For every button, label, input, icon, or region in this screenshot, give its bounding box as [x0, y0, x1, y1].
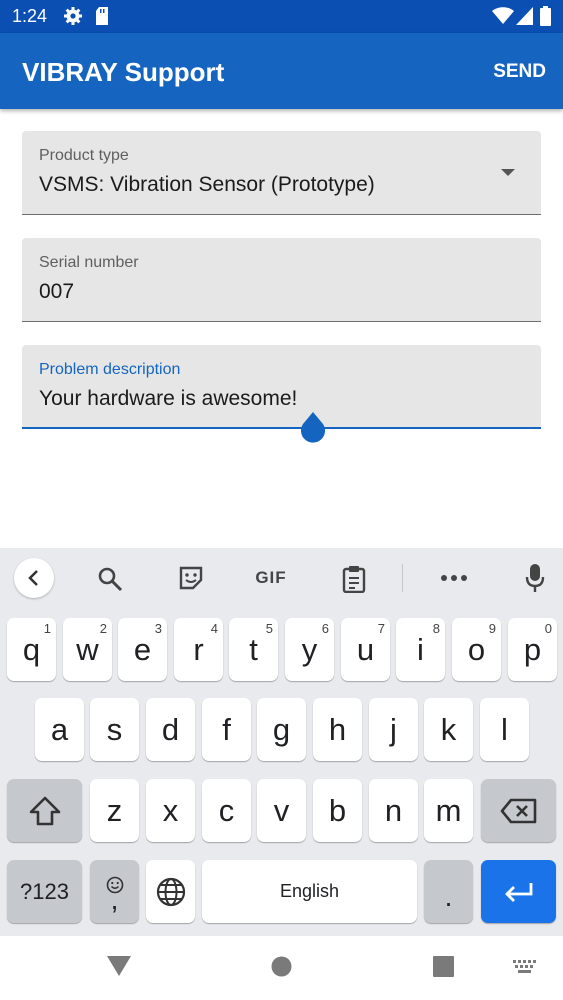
more-icon[interactable] [439, 568, 469, 588]
key-d[interactable]: d [146, 698, 195, 761]
key-n[interactable]: n [369, 779, 418, 842]
key-x[interactable]: x [146, 779, 195, 842]
wifi-icon [492, 6, 514, 26]
comma-label: , [110, 883, 119, 915]
sticker-icon[interactable] [177, 564, 205, 592]
status-time: 1:24 [12, 6, 48, 26]
key-hint: 9 [488, 621, 496, 636]
key-f[interactable]: f [202, 698, 251, 761]
key-hint: 8 [432, 621, 440, 636]
key-q[interactable]: q1 [7, 618, 56, 681]
product-type-label: Product type [39, 147, 129, 164]
key-label: w [76, 631, 99, 667]
key-u[interactable]: u7 [341, 618, 390, 681]
key-w[interactable]: w2 [63, 618, 112, 681]
key-label: e [133, 631, 152, 667]
key-b[interactable]: b [313, 779, 362, 842]
navigation-bar [0, 936, 563, 1000]
back-triangle-icon[interactable] [107, 956, 131, 976]
key-r[interactable]: r4 [174, 618, 223, 681]
keyboard-toolbar: GIF [0, 548, 563, 608]
emoji-comma-key[interactable]: , [90, 860, 139, 923]
key-p[interactable]: p0 [508, 618, 557, 681]
key-label: t [249, 631, 258, 667]
key-i[interactable]: i8 [396, 618, 445, 681]
serial-number-field[interactable]: Serial number 007 [22, 238, 541, 322]
key-hint: 0 [544, 621, 552, 636]
key-s[interactable]: s [90, 698, 139, 761]
product-type-dropdown[interactable]: Product type VSMS: Vibration Sensor (Pro… [22, 131, 541, 215]
key-hint: 6 [321, 621, 329, 636]
product-type-value: VSMS: Vibration Sensor (Prototype) [39, 173, 375, 196]
search-icon[interactable] [96, 565, 124, 593]
key-k[interactable]: k [424, 698, 473, 761]
key-t[interactable]: t5 [229, 618, 278, 681]
key-g[interactable]: g [257, 698, 306, 761]
keyboard-switch-icon[interactable] [513, 960, 537, 974]
key-h[interactable]: h [313, 698, 362, 761]
key-label: u [356, 631, 375, 667]
home-circle-icon[interactable] [271, 956, 292, 977]
key-label: o [467, 631, 486, 667]
send-button[interactable]: SEND [493, 61, 546, 83]
recents-square-icon[interactable] [433, 956, 454, 977]
gif-icon[interactable]: GIF [252, 567, 290, 589]
key-j[interactable]: j [369, 698, 418, 761]
text-cursor-handle[interactable] [299, 412, 327, 446]
key-hint: 1 [43, 621, 51, 636]
key-a[interactable]: a [35, 698, 84, 761]
soft-keyboard: GIF q1 w2 e3 r4 t5 y6 u7 i8 o9 p0 a s d … [0, 548, 563, 936]
toolbar-divider [402, 564, 403, 592]
key-c[interactable]: c [202, 779, 251, 842]
shift-key[interactable] [7, 779, 82, 842]
space-key[interactable]: English [202, 860, 417, 923]
app-title: VIBRAY Support [22, 57, 225, 87]
key-hint: 3 [154, 621, 162, 636]
key-label: p [523, 631, 542, 667]
key-label: i [417, 631, 424, 667]
language-key[interactable] [146, 860, 195, 923]
key-y[interactable]: y6 [285, 618, 334, 681]
key-label: y [301, 631, 318, 667]
key-hint: 7 [377, 621, 385, 636]
key-hint: 5 [265, 621, 273, 636]
app-bar: VIBRAY Support SEND [0, 33, 563, 109]
symbols-key[interactable]: ?123 [7, 860, 82, 923]
key-label: q [22, 631, 41, 667]
gear-icon [63, 6, 83, 26]
period-key[interactable]: . [424, 860, 473, 923]
problem-description-field[interactable]: Problem description Your hardware is awe… [22, 345, 541, 429]
key-hint: 4 [210, 621, 218, 636]
enter-key[interactable] [481, 860, 556, 923]
status-bar: 1:24 [0, 0, 563, 33]
clipboard-icon[interactable] [340, 564, 368, 594]
key-m[interactable]: m [424, 779, 473, 842]
signal-icon [516, 6, 533, 26]
problem-description-value: Your hardware is awesome! [39, 387, 298, 410]
key-l[interactable]: l [480, 698, 529, 761]
sd-card-icon [95, 6, 109, 26]
battery-icon [540, 6, 551, 26]
backspace-icon [500, 798, 538, 824]
key-o[interactable]: o9 [452, 618, 501, 681]
problem-description-label: Problem description [39, 361, 181, 378]
serial-number-label: Serial number [39, 254, 139, 271]
mic-icon[interactable] [523, 562, 547, 594]
globe-icon [156, 877, 186, 907]
key-hint: 2 [99, 621, 107, 636]
serial-number-value: 007 [39, 280, 75, 303]
key-e[interactable]: e3 [118, 618, 167, 681]
key-label: r [193, 631, 204, 667]
period-label: . [444, 880, 453, 912]
shift-icon [29, 796, 61, 826]
dropdown-arrow-icon [501, 169, 515, 176]
backspace-key[interactable] [481, 779, 556, 842]
back-chevron-icon[interactable] [14, 558, 54, 598]
key-v[interactable]: v [257, 779, 306, 842]
key-z[interactable]: z [90, 779, 139, 842]
enter-arrow-icon [504, 881, 534, 903]
